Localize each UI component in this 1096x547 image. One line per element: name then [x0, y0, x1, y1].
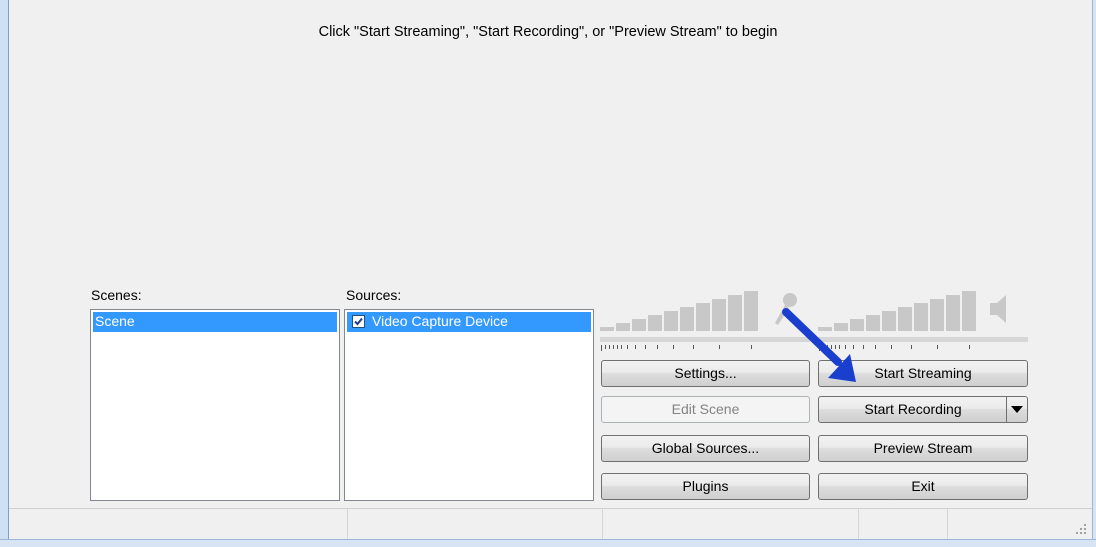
edit-scene-button[interactable]: Edit Scene [601, 396, 810, 423]
mic-volume-slider[interactable] [600, 337, 810, 342]
meter-bar [962, 291, 976, 331]
sources-label: Sources: [346, 287, 402, 303]
global-sources-button[interactable]: Global Sources... [601, 435, 810, 462]
mic-meter-ticks [601, 345, 809, 351]
scenes-label: Scenes: [91, 287, 142, 303]
recording-options-dropdown[interactable] [1006, 397, 1027, 422]
sources-list[interactable]: Video Capture Device [344, 309, 594, 501]
source-item-label: Video Capture Device [372, 313, 508, 329]
source-checkbox[interactable] [352, 315, 365, 328]
meter-bar [616, 323, 630, 331]
meter-bar [664, 311, 678, 331]
window-right-border [1092, 0, 1096, 547]
settings-button[interactable]: Settings... [601, 360, 810, 387]
meter-bar [914, 303, 928, 331]
source-item[interactable]: Video Capture Device [347, 312, 591, 332]
start-recording-button[interactable]: Start Recording [818, 396, 1028, 423]
window-bottom-border [0, 539, 1096, 547]
start-recording-label: Start Recording [864, 401, 962, 417]
resize-grip[interactable] [1076, 524, 1086, 534]
status-cell [348, 509, 603, 540]
meter-bar [648, 315, 662, 331]
meter-bar [882, 311, 896, 331]
meter-bar [744, 291, 758, 331]
exit-button[interactable]: Exit [818, 473, 1028, 500]
meter-bar [930, 299, 944, 331]
meter-bar [728, 295, 742, 331]
meter-bar [600, 327, 614, 331]
scenes-list[interactable]: Scene [90, 309, 340, 501]
plugins-button[interactable]: Plugins [601, 473, 810, 500]
mic-volume-meter[interactable] [600, 289, 810, 331]
status-cell [9, 509, 348, 540]
status-bar [9, 508, 1092, 540]
preview-message: Click "Start Streaming", "Start Recordin… [318, 24, 778, 40]
meter-bar [898, 307, 912, 331]
meter-bar [696, 303, 710, 331]
preview-stream-button[interactable]: Preview Stream [818, 435, 1028, 462]
meter-bar [712, 299, 726, 331]
status-cell [859, 509, 948, 540]
status-cell [603, 509, 859, 540]
window-left-border [0, 0, 9, 547]
chevron-down-icon [1011, 406, 1023, 413]
obs-window: Click "Start Streaming", "Start Recordin… [0, 0, 1096, 547]
meter-bar [946, 295, 960, 331]
speaker-icon[interactable] [988, 293, 1012, 328]
arrow-icon [780, 306, 870, 389]
meter-bar [680, 307, 694, 331]
scene-item[interactable]: Scene [93, 312, 337, 332]
meter-bar [632, 319, 646, 331]
